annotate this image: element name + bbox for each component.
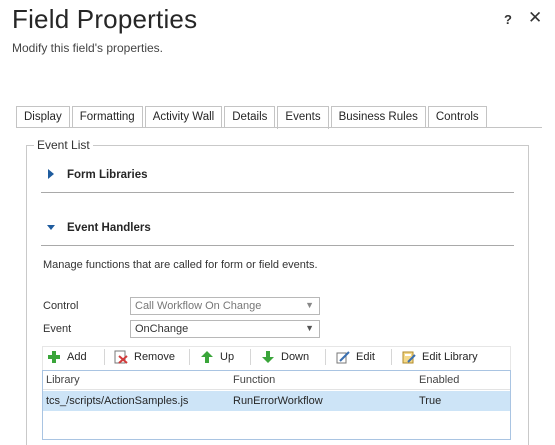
toolbar-divider — [189, 349, 190, 365]
tab-formatting[interactable]: Formatting — [71, 106, 143, 128]
plus-icon[interactable] — [47, 350, 61, 364]
toolbar-divider — [250, 349, 251, 365]
tab-controls[interactable]: Controls — [427, 106, 487, 128]
tab-activity-wall[interactable]: Activity Wall — [144, 106, 223, 128]
cell-function: RunErrorWorkflow — [233, 395, 323, 407]
event-handlers-header[interactable]: Event Handlers — [67, 222, 151, 234]
event-select[interactable]: OnChange ▼ — [130, 320, 320, 338]
event-list-legend: Event List — [34, 138, 93, 152]
toolbar-divider — [325, 349, 326, 365]
edit-library-icon[interactable] — [402, 350, 416, 364]
event-label: Event — [43, 323, 72, 335]
edit-button[interactable]: Edit — [356, 351, 375, 363]
remove-button[interactable]: Remove — [134, 351, 175, 363]
event-handlers-separator — [41, 245, 514, 246]
tab-display[interactable]: Display — [16, 106, 70, 128]
cell-library: tcs_/scripts/ActionSamples.js — [46, 395, 189, 407]
down-button[interactable]: Down — [281, 351, 309, 363]
add-button[interactable]: Add — [67, 351, 87, 363]
column-header-enabled[interactable]: Enabled — [419, 374, 459, 386]
edit-library-button[interactable]: Edit Library — [422, 351, 478, 363]
help-button[interactable]: ? — [504, 12, 512, 28]
cell-enabled: True — [419, 395, 442, 407]
close-button[interactable]: ✕ — [528, 9, 542, 26]
up-button[interactable]: Up — [220, 351, 234, 363]
tab-details[interactable]: Details — [224, 106, 276, 128]
event-handlers-description: Manage functions that are called for for… — [43, 259, 318, 271]
chevron-down-icon: ▼ — [305, 323, 314, 333]
tab-business-rules[interactable]: Business Rules — [330, 106, 426, 128]
form-libraries-header[interactable]: Form Libraries — [67, 169, 148, 181]
control-select[interactable]: Call Workflow On Change ▼ — [130, 297, 320, 315]
control-select-value: Call Workflow On Change — [135, 300, 262, 312]
dialog-title: Field Properties — [12, 4, 198, 34]
tab-events[interactable]: Events — [277, 106, 329, 129]
down-arrow-icon[interactable] — [261, 350, 275, 364]
tab-strip: Display Formatting Activity Wall Details… — [16, 106, 489, 129]
remove-icon[interactable] — [114, 350, 128, 364]
up-arrow-icon[interactable] — [200, 350, 214, 364]
dialog-subtitle: Modify this field's properties. — [12, 41, 164, 55]
toolbar-divider — [391, 349, 392, 365]
tab-baseline — [16, 127, 486, 128]
column-header-function[interactable]: Function — [233, 374, 275, 386]
column-header-library[interactable]: Library — [46, 374, 80, 386]
event-select-value: OnChange — [135, 323, 189, 335]
form-libraries-separator — [41, 192, 514, 193]
edit-icon[interactable] — [336, 350, 350, 364]
toolbar-divider — [104, 349, 105, 365]
expand-arrow-icon[interactable] — [48, 169, 54, 179]
tab-baseline-right — [486, 127, 542, 128]
control-label: Control — [43, 300, 79, 312]
chevron-down-icon: ▼ — [305, 300, 314, 310]
collapse-arrow-icon[interactable] — [47, 225, 55, 230]
